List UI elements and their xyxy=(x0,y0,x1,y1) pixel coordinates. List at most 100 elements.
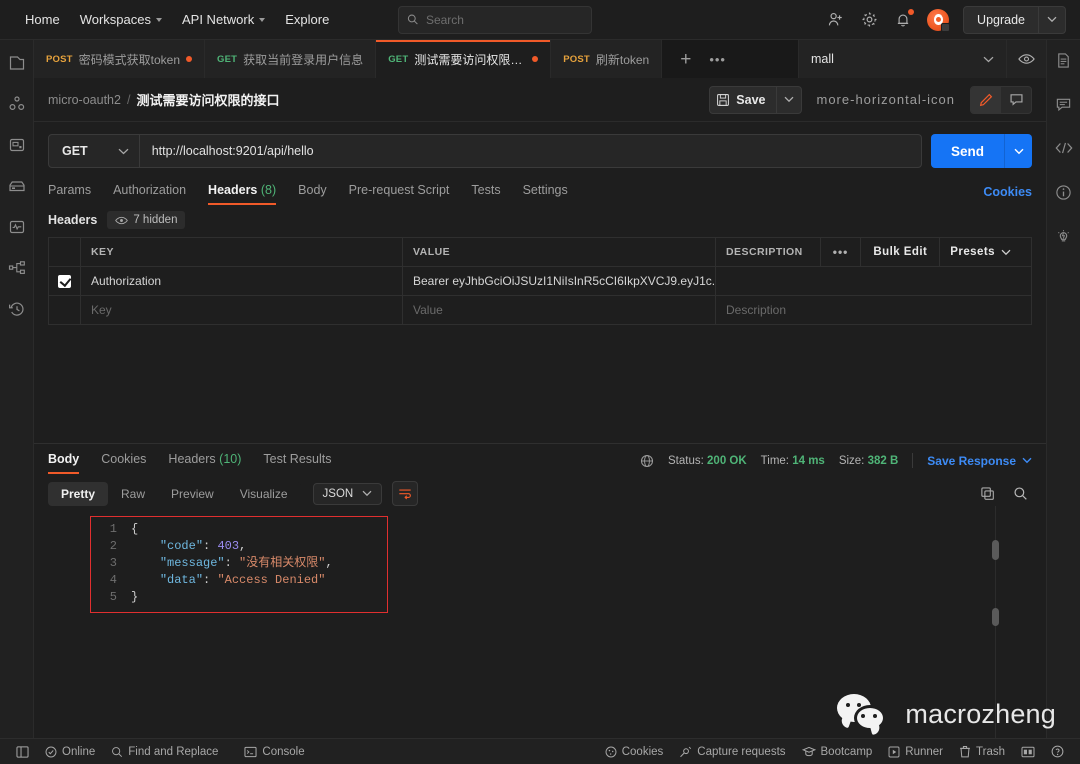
tab-authorization[interactable]: Authorization xyxy=(113,178,186,205)
request-tab-strip: POST 密码模式获取token GET 获取当前登录用户信息 GET 测试需要… xyxy=(34,40,1046,78)
help-button[interactable] xyxy=(1043,745,1072,758)
response-body-viewer[interactable]: 1{ 2 "code": 403, 3 "message": "没有相关权限",… xyxy=(34,506,1046,738)
apis-icon[interactable] xyxy=(8,95,26,113)
left-sidebar-rail xyxy=(0,40,34,738)
request-tab[interactable]: POST 密码模式获取token xyxy=(34,40,206,78)
comment-mode-button[interactable] xyxy=(1001,87,1031,113)
save-response-button[interactable]: Save Response xyxy=(927,454,1032,468)
search-input[interactable] xyxy=(425,12,584,27)
tab-pre-request-script[interactable]: Pre-request Script xyxy=(349,178,450,205)
nav-item-workspaces[interactable]: Workspaces xyxy=(71,7,171,32)
request-tab[interactable]: GET 获取当前登录用户信息 xyxy=(205,40,377,78)
tab-response-cookies[interactable]: Cookies xyxy=(101,447,146,474)
user-avatar[interactable] xyxy=(927,8,951,32)
method-selector[interactable]: GET xyxy=(49,135,140,167)
find-and-replace-button[interactable]: Find and Replace xyxy=(103,746,226,758)
cookies-link[interactable]: Cookies xyxy=(983,185,1032,199)
info-icon[interactable] xyxy=(1055,184,1073,202)
online-status[interactable]: Online xyxy=(37,746,103,758)
cookies-button[interactable]: Cookies xyxy=(597,746,672,758)
bulk-edit-button[interactable]: Bulk Edit xyxy=(860,238,939,266)
new-tab-button[interactable]: + xyxy=(672,50,699,69)
header-value-cell[interactable]: Bearer eyJhbGciOiJSUzI1NiIsInR5cCI6IkpXV… xyxy=(403,267,716,295)
runner-button[interactable]: Runner xyxy=(880,746,951,758)
hidden-headers-toggle[interactable]: 7 hidden xyxy=(107,211,186,229)
send-button[interactable]: Send xyxy=(931,134,1004,168)
global-search[interactable] xyxy=(398,5,593,34)
response-scrollbar[interactable] xyxy=(991,506,1000,738)
tab-body[interactable]: Body xyxy=(298,178,327,205)
breadcrumb-collection[interactable]: micro-oauth2 xyxy=(48,93,121,107)
nav-item-api-network[interactable]: API Network xyxy=(173,7,274,32)
search-response-button[interactable] xyxy=(1013,486,1028,501)
notifications-button[interactable] xyxy=(893,8,915,30)
comments-icon[interactable] xyxy=(1055,96,1073,114)
send-dropdown[interactable] xyxy=(1004,134,1032,168)
code-snippet-icon[interactable] xyxy=(1055,140,1073,158)
settings-button[interactable] xyxy=(859,10,879,30)
table-row[interactable]: Authorization Bearer eyJhbGciOiJSUzI1NiI… xyxy=(49,267,1031,296)
save-dropdown[interactable] xyxy=(775,86,801,113)
save-button[interactable]: Save xyxy=(709,85,802,114)
view-mode-pretty[interactable]: Pretty xyxy=(48,481,109,506)
capture-requests-label: Capture requests xyxy=(697,745,786,758)
copy-response-button[interactable] xyxy=(980,486,995,501)
history-icon[interactable] xyxy=(8,300,26,318)
upgrade-button[interactable]: Upgrade xyxy=(963,5,1066,34)
tab-response-body[interactable]: Body xyxy=(48,447,80,474)
nav-item-home[interactable]: Home xyxy=(16,7,69,32)
presets-label: Presets xyxy=(950,246,995,258)
view-mode-preview[interactable]: Preview xyxy=(158,482,227,506)
response-language-selector[interactable]: JSON xyxy=(312,482,383,505)
new-header-key-input[interactable]: Key xyxy=(81,296,403,324)
url-input[interactable] xyxy=(139,144,921,158)
wrap-lines-button[interactable] xyxy=(392,481,419,506)
monitors-icon[interactable] xyxy=(8,218,26,236)
scrollbar-thumb[interactable] xyxy=(992,540,999,560)
sidebar-toggle-button[interactable] xyxy=(8,745,37,758)
request-tab[interactable]: POST 刷新token xyxy=(551,40,663,78)
lightbulb-icon[interactable] xyxy=(1055,228,1073,246)
flows-icon[interactable] xyxy=(8,259,26,277)
documentation-icon[interactable] xyxy=(1055,52,1073,70)
trash-button[interactable]: Trash xyxy=(951,745,1013,758)
tab-response-headers[interactable]: Headers (10) xyxy=(168,447,241,474)
online-check-icon xyxy=(45,746,57,757)
tab-tests[interactable]: Tests xyxy=(471,178,500,205)
environments-icon[interactable] xyxy=(8,136,26,154)
capture-requests-button[interactable]: Capture requests xyxy=(671,746,793,758)
request-more-options-button[interactable]: more-horizontal-icon xyxy=(811,92,962,107)
row-enabled-checkbox[interactable] xyxy=(58,274,71,288)
view-mode-visualize[interactable]: Visualize xyxy=(227,482,301,506)
header-key-cell[interactable]: Authorization xyxy=(81,267,403,295)
view-mode-raw[interactable]: Raw xyxy=(108,482,158,506)
invite-user-button[interactable] xyxy=(825,10,845,30)
request-tab-active[interactable]: GET 测试需要访问权限的接口 xyxy=(376,40,552,78)
collections-icon[interactable] xyxy=(8,54,26,72)
console-button[interactable]: Console xyxy=(236,746,312,758)
nav-item-explore[interactable]: Explore xyxy=(276,7,338,32)
tab-settings[interactable]: Settings xyxy=(523,178,568,205)
edit-mode-button[interactable] xyxy=(971,86,1001,113)
scrollbar-thumb[interactable] xyxy=(992,608,999,626)
presets-button[interactable]: Presets xyxy=(939,238,1021,266)
header-description-cell[interactable] xyxy=(716,267,1031,295)
environment-selector[interactable]: mall xyxy=(799,40,1006,78)
environment-quick-look-button[interactable] xyxy=(1006,40,1046,78)
page-title: 测试需要访问权限的接口 xyxy=(136,93,280,108)
tab-options-button[interactable]: ••• xyxy=(703,52,732,67)
bootcamp-button[interactable]: Bootcamp xyxy=(794,746,881,758)
header-actions: Upgrade xyxy=(825,5,1070,34)
mock-servers-icon[interactable] xyxy=(8,177,26,195)
new-header-value-input[interactable]: Value xyxy=(403,296,716,324)
layout-toggle-button[interactable] xyxy=(1013,746,1043,758)
tab-params[interactable]: Params xyxy=(48,178,91,205)
tab-test-results[interactable]: Test Results xyxy=(263,447,331,474)
new-header-description-input[interactable]: Description xyxy=(716,296,1031,324)
headers-subheader: Headers 7 hidden xyxy=(34,205,1046,237)
tab-headers[interactable]: Headers (8) xyxy=(208,178,277,205)
comment-icon xyxy=(1009,94,1023,106)
table-row-empty[interactable]: Key Value Description xyxy=(49,296,1031,325)
upgrade-dropdown[interactable] xyxy=(1039,16,1065,23)
table-options-button[interactable]: ••• xyxy=(819,238,861,266)
